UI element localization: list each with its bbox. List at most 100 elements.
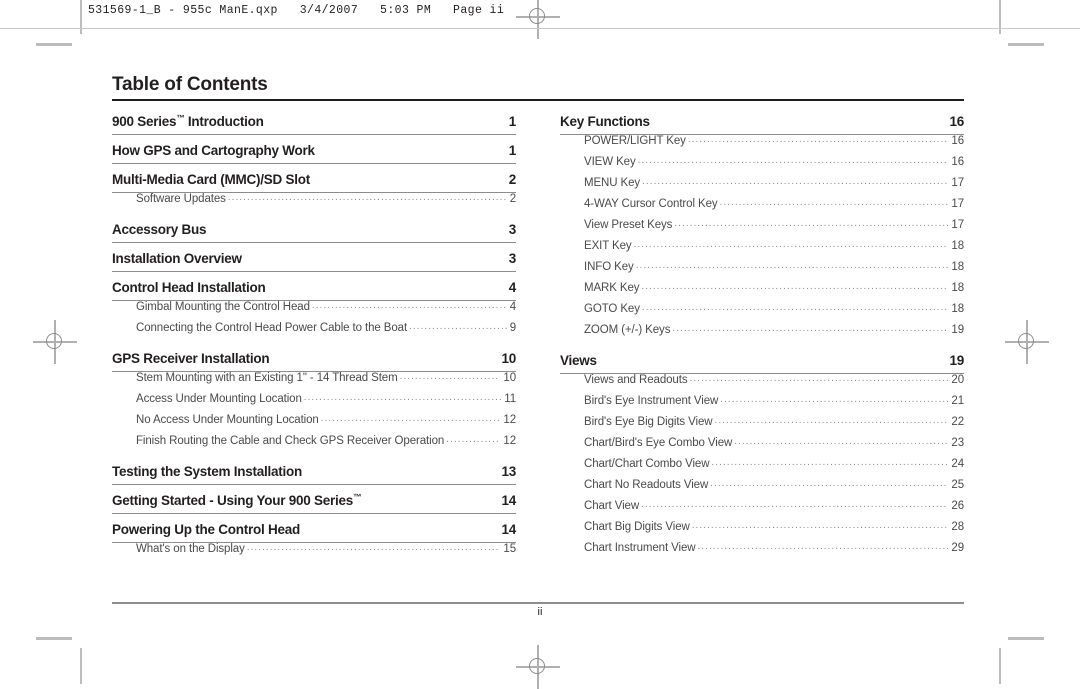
toc-section-entry[interactable]: POWER/LIGHT Key.........................… xyxy=(560,134,964,156)
toc-entry-label: Views and Readouts xyxy=(584,374,688,386)
toc-entry-page-number: 11 xyxy=(504,393,516,405)
toc-entry-page-number: 15 xyxy=(503,543,516,555)
toc-section-entry[interactable]: No Access Under Mounting Location.......… xyxy=(112,413,516,435)
toc-dot-leader: ........................................… xyxy=(711,457,949,468)
toc-entry-page-number: 1 xyxy=(508,143,517,158)
toc-entry-label: Chart/Bird's Eye Combo View xyxy=(584,437,733,449)
toc-section-entry[interactable]: 4-WAY Cursor Control Key................… xyxy=(560,197,964,219)
toc-entry-page-number: 17 xyxy=(951,219,964,231)
toc-dot-leader: ........................................… xyxy=(642,176,949,187)
toc-chapter-entry[interactable]: Installation Overview...................… xyxy=(112,251,516,272)
toc-chapter-entry[interactable]: Getting Started - Using Your 900 Series™… xyxy=(112,491,516,514)
toc-entry-page-number: 12 xyxy=(503,414,516,426)
toc-section-entry[interactable]: INFO Key................................… xyxy=(560,260,964,282)
toc-entry-label: Control Head Installation xyxy=(112,280,266,295)
toc-entry-page-number: 2 xyxy=(509,193,516,205)
toc-entry-page-number: 19 xyxy=(949,353,964,368)
toc-chapter-entry[interactable]: Multi-Media Card (MMC)/SD Slot..........… xyxy=(112,172,516,193)
toc-dot-leader: ........................................… xyxy=(689,373,949,384)
toc-chapter-entry[interactable]: Testing the System Installation.........… xyxy=(112,464,516,485)
toc-entry-page-number: 21 xyxy=(951,395,964,407)
toc-entry-label: Installation Overview xyxy=(112,251,242,266)
toc-entry-label: EXIT Key xyxy=(584,240,632,252)
toc-entry-page-number: 3 xyxy=(508,222,517,237)
toc-entry-label: MENU Key xyxy=(584,177,641,189)
toc-entry-label: Chart View xyxy=(584,500,640,512)
toc-chapter-entry[interactable]: Key Functions...........................… xyxy=(560,114,964,135)
toc-dot-leader: ........................................… xyxy=(641,281,949,292)
toc-dot-leader: ........................................… xyxy=(409,321,507,332)
toc-section-entry[interactable]: Access Under Mounting Location..........… xyxy=(112,392,516,414)
toc-entry-page-number: 17 xyxy=(951,177,964,189)
toc-entry-label: What's on the Display xyxy=(136,543,245,555)
toc-entry-label: ZOOM (+/-) Keys xyxy=(584,324,671,336)
toc-entry-page-number: 29 xyxy=(951,542,964,554)
toc-section-entry[interactable]: ZOOM (+/-) Keys.........................… xyxy=(560,323,964,345)
toc-entry-label: 4-WAY Cursor Control Key xyxy=(584,198,718,210)
toc-chapter-entry[interactable]: How GPS and Cartography Work............… xyxy=(112,143,516,164)
toc-section-entry[interactable]: Bird's Eye Big Digits View..............… xyxy=(560,415,964,437)
toc-entry-page-number: 1 xyxy=(508,114,517,129)
toc-dot-leader: ........................................… xyxy=(633,239,949,250)
toc-section-entry[interactable]: Finish Routing the Cable and Check GPS R… xyxy=(112,434,516,456)
footer-rule xyxy=(112,602,964,604)
toc-entry-page-number: 16 xyxy=(949,114,964,129)
toc-entry-label: Finish Routing the Cable and Check GPS R… xyxy=(136,435,445,447)
toc-section-entry[interactable]: VIEW Key................................… xyxy=(560,155,964,177)
toc-entry-page-number: 18 xyxy=(951,282,964,294)
toc-chapter-entry[interactable]: GPS Receiver Installation...............… xyxy=(112,351,516,372)
toc-entry-label: GOTO Key xyxy=(584,303,640,315)
toc-entry-page-number: 9 xyxy=(509,322,516,334)
toc-dot-leader: ........................................… xyxy=(399,371,501,382)
toc-section-entry[interactable]: Chart View..............................… xyxy=(560,499,964,521)
toc-entry-label: 900 Series™ Introduction xyxy=(112,112,264,129)
toc-section-entry[interactable]: Gimbal Mounting the Control Head........… xyxy=(112,300,516,322)
toc-section-entry[interactable]: Chart No Readouts View..................… xyxy=(560,478,964,500)
page-number: ii xyxy=(537,606,543,618)
toc-chapter-entry[interactable]: Views...................................… xyxy=(560,353,964,374)
toc-entry-page-number: 12 xyxy=(503,435,516,447)
toc-section-entry[interactable]: Bird's Eye Instrument View..............… xyxy=(560,394,964,416)
toc-section-entry[interactable]: Connecting the Control Head Power Cable … xyxy=(112,321,516,343)
toc-entry-label: Testing the System Installation xyxy=(112,464,303,479)
toc-entry-label: Software Updates xyxy=(136,193,226,205)
toc-section-entry[interactable]: Chart/Chart Combo View..................… xyxy=(560,457,964,479)
toc-section-entry[interactable]: Chart Instrument View...................… xyxy=(560,541,964,563)
toc-section-entry[interactable]: GOTO Key................................… xyxy=(560,302,964,324)
toc-section-entry[interactable]: Software Updates........................… xyxy=(112,192,516,214)
toc-dot-leader: ........................................… xyxy=(227,192,507,203)
toc-section-entry[interactable]: Stem Mounting with an Existing 1" - 14 T… xyxy=(112,371,516,393)
toc-section-entry[interactable]: What's on the Display...................… xyxy=(112,542,516,564)
toc-chapter-entry[interactable]: 900 Series™ Introduction................… xyxy=(112,112,517,135)
toc-entry-label: View Preset Keys xyxy=(584,219,673,231)
toc-section-entry[interactable]: Views and Readouts......................… xyxy=(560,373,964,395)
page-title: Table of Contents xyxy=(112,74,268,95)
toc-entry-label: Chart Instrument View xyxy=(584,542,696,554)
toc-section-entry[interactable]: MENU Key................................… xyxy=(560,176,964,198)
toc-chapter-entry[interactable]: Control Head Installation...............… xyxy=(112,280,516,301)
toc-entry-page-number: 18 xyxy=(951,261,964,273)
toc-entry-label: Access Under Mounting Location xyxy=(136,393,302,405)
toc-entry-label: INFO Key xyxy=(584,261,634,273)
toc-section-entry[interactable]: View Preset Keys........................… xyxy=(560,218,964,240)
toc-entry-label: Gimbal Mounting the Control Head xyxy=(136,301,310,313)
toc-entry-page-number: 17 xyxy=(951,198,964,210)
toc-dot-leader: ........................................… xyxy=(637,155,949,166)
toc-entry-label: POWER/LIGHT Key xyxy=(584,135,686,147)
toc-entry-label: Stem Mounting with an Existing 1" - 14 T… xyxy=(136,372,398,384)
toc-entry-label: Getting Started - Using Your 900 Series™ xyxy=(112,491,362,508)
toc-entry-label: VIEW Key xyxy=(584,156,636,168)
toc-entry-label: Connecting the Control Head Power Cable … xyxy=(136,322,408,334)
toc-dot-leader: ........................................… xyxy=(714,415,949,426)
toc-entry-page-number: 14 xyxy=(501,493,516,508)
toc-section-entry[interactable]: EXIT Key................................… xyxy=(560,239,964,261)
toc-entry-page-number: 24 xyxy=(951,458,964,470)
toc-section-entry[interactable]: MARK Key................................… xyxy=(560,281,964,303)
toc-entry-page-number: 2 xyxy=(508,172,517,187)
toc-entry-label: Bird's Eye Instrument View xyxy=(584,395,719,407)
toc-dot-leader: ........................................… xyxy=(719,197,949,208)
toc-section-entry[interactable]: Chart Big Digits View...................… xyxy=(560,520,964,542)
toc-chapter-entry[interactable]: Powering Up the Control Head............… xyxy=(112,522,516,543)
toc-chapter-entry[interactable]: Accessory Bus...........................… xyxy=(112,222,516,243)
toc-section-entry[interactable]: Chart/Bird's Eye Combo View.............… xyxy=(560,436,964,458)
